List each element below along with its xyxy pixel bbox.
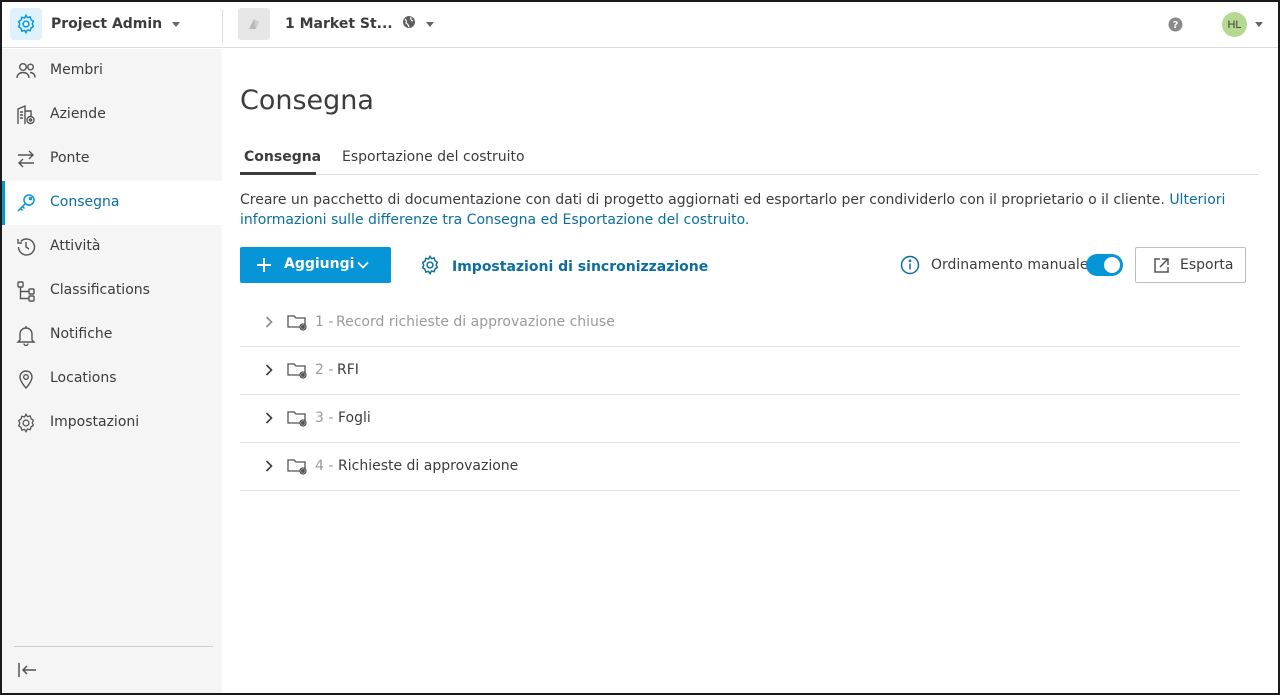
- app-switcher[interactable]: Project Admin: [10, 7, 181, 41]
- svg-text:?: ?: [1173, 20, 1179, 31]
- folder-settings-icon: [286, 360, 308, 384]
- chevron-right-icon[interactable]: [262, 411, 276, 429]
- chevron-down-icon: [172, 21, 181, 27]
- sidebar-item-classifications[interactable]: Classifications: [2, 269, 222, 313]
- sidebar-item-consegna[interactable]: Consegna: [2, 181, 222, 225]
- project-name: 1 Market St...: [285, 16, 393, 32]
- folder-number: 3 -: [315, 410, 334, 426]
- manual-sort-label: Ordinamento manuale: [931, 257, 1089, 273]
- manual-sort-toggle[interactable]: [1086, 254, 1123, 276]
- list-item[interactable]: 1 - Record richieste di approvazione chi…: [240, 299, 1240, 347]
- location-pin-icon: [15, 368, 37, 390]
- chevron-right-icon[interactable]: [262, 459, 276, 477]
- learn-more-link-continued[interactable]: informazioni sulle differenze tra Conseg…: [240, 212, 749, 228]
- history-icon: [15, 236, 37, 258]
- key-icon: [15, 192, 37, 214]
- folder-name: RFI: [337, 362, 359, 378]
- bridge-arrows-icon: [15, 148, 37, 170]
- users-icon: [15, 60, 37, 82]
- plus-icon: [255, 256, 273, 278]
- export-button-label: Esporta: [1180, 257, 1234, 273]
- project-thumbnail: [238, 8, 270, 40]
- folder-settings-icon: [286, 456, 308, 480]
- chevron-down-icon: [425, 21, 434, 27]
- list-item[interactable]: 2 - RFI: [240, 347, 1240, 395]
- folder-number: 4 -: [315, 458, 334, 474]
- folder-list: 1 - Record richieste di approvazione chi…: [240, 299, 1240, 491]
- sidebar-item-impostazioni[interactable]: Impostazioni: [2, 401, 222, 445]
- export-button[interactable]: Esporta: [1135, 247, 1246, 283]
- page-title: Consegna: [240, 85, 374, 116]
- sidebar-item-label: Consegna: [50, 194, 120, 210]
- sidebar: Membri Aziende Ponte Consegna Attività C…: [2, 49, 222, 693]
- sidebar-item-label: Aziende: [50, 106, 106, 122]
- sidebar-item-label: Locations: [50, 370, 117, 386]
- gear-icon: [419, 254, 441, 280]
- tab-bar: Consegna Esportazione del costruito: [240, 146, 1258, 175]
- help-icon[interactable]: ?: [1168, 17, 1183, 36]
- sidebar-item-aziende[interactable]: Aziende: [2, 93, 222, 137]
- sidebar-item-notifiche[interactable]: Notifiche: [2, 313, 222, 357]
- chevron-down-icon: [356, 258, 370, 276]
- main-content: Consegna Consegna Esportazione del costr…: [224, 49, 1278, 693]
- sidebar-item-label: Ponte: [50, 150, 90, 166]
- sync-settings-label: Impostazioni di sincronizzazione: [452, 259, 709, 275]
- sidebar-item-attivita[interactable]: Attività: [2, 225, 222, 269]
- description-text: Creare un pacchetto di documentazione co…: [240, 192, 1165, 208]
- chevron-right-icon[interactable]: [262, 363, 276, 381]
- folder-name: Fogli: [338, 410, 371, 426]
- sidebar-item-label: Membri: [50, 62, 103, 78]
- list-item[interactable]: 4 - Richieste di approvazione: [240, 443, 1240, 491]
- toggle-knob: [1104, 257, 1120, 273]
- building-icon: [15, 104, 37, 126]
- folder-number: 1 -: [315, 314, 334, 330]
- collapse-sidebar-icon[interactable]: [16, 659, 38, 685]
- sidebar-item-locations[interactable]: Locations: [2, 357, 222, 401]
- chevron-right-icon[interactable]: [262, 315, 276, 333]
- folder-number: 2 -: [315, 362, 334, 378]
- folder-settings-icon: [286, 312, 308, 336]
- folder-name: Record richieste di approvazione chiuse: [336, 314, 615, 330]
- hierarchy-icon: [15, 280, 37, 302]
- add-button-label: Aggiungi: [284, 256, 355, 272]
- active-tab-indicator: [240, 172, 316, 175]
- sidebar-item-label: Attività: [50, 238, 101, 254]
- bell-icon: [15, 324, 37, 347]
- tab-esportazione-del-costruito[interactable]: Esportazione del costruito: [342, 149, 525, 165]
- export-icon: [1152, 256, 1171, 279]
- description: Creare un pacchetto di documentazione co…: [240, 190, 1230, 230]
- app-window: Project Admin 1 Market St... ? HL Membri…: [0, 0, 1280, 695]
- sidebar-item-membri[interactable]: Membri: [2, 49, 222, 93]
- user-menu[interactable]: HL: [1222, 12, 1263, 37]
- list-item[interactable]: 3 - Fogli: [240, 395, 1240, 443]
- sidebar-item-label: Notifiche: [50, 326, 113, 342]
- app-name: Project Admin: [51, 16, 163, 32]
- globe-icon: [402, 15, 416, 33]
- folder-name: Richieste di approvazione: [338, 458, 519, 474]
- add-button[interactable]: Aggiungi: [240, 247, 391, 283]
- project-switcher[interactable]: 1 Market St...: [238, 7, 434, 41]
- sidebar-item-ponte[interactable]: Ponte: [2, 137, 222, 181]
- tab-consegna[interactable]: Consegna: [244, 149, 321, 165]
- avatar: HL: [1222, 12, 1247, 37]
- sync-settings-link[interactable]: Impostazioni di sincronizzazione: [419, 254, 708, 280]
- gear-icon: [15, 412, 37, 434]
- info-icon[interactable]: [900, 255, 920, 279]
- sidebar-item-label: Classifications: [50, 282, 150, 298]
- folder-settings-icon: [286, 408, 308, 432]
- sidebar-divider: [14, 646, 213, 647]
- project-admin-gear-icon: [10, 8, 42, 40]
- chevron-down-icon: [1255, 22, 1263, 27]
- header-divider: [222, 10, 223, 42]
- top-header: Project Admin 1 Market St... ? HL: [2, 2, 1278, 48]
- learn-more-link[interactable]: Ulteriori: [1169, 192, 1225, 208]
- sidebar-item-label: Impostazioni: [50, 414, 140, 430]
